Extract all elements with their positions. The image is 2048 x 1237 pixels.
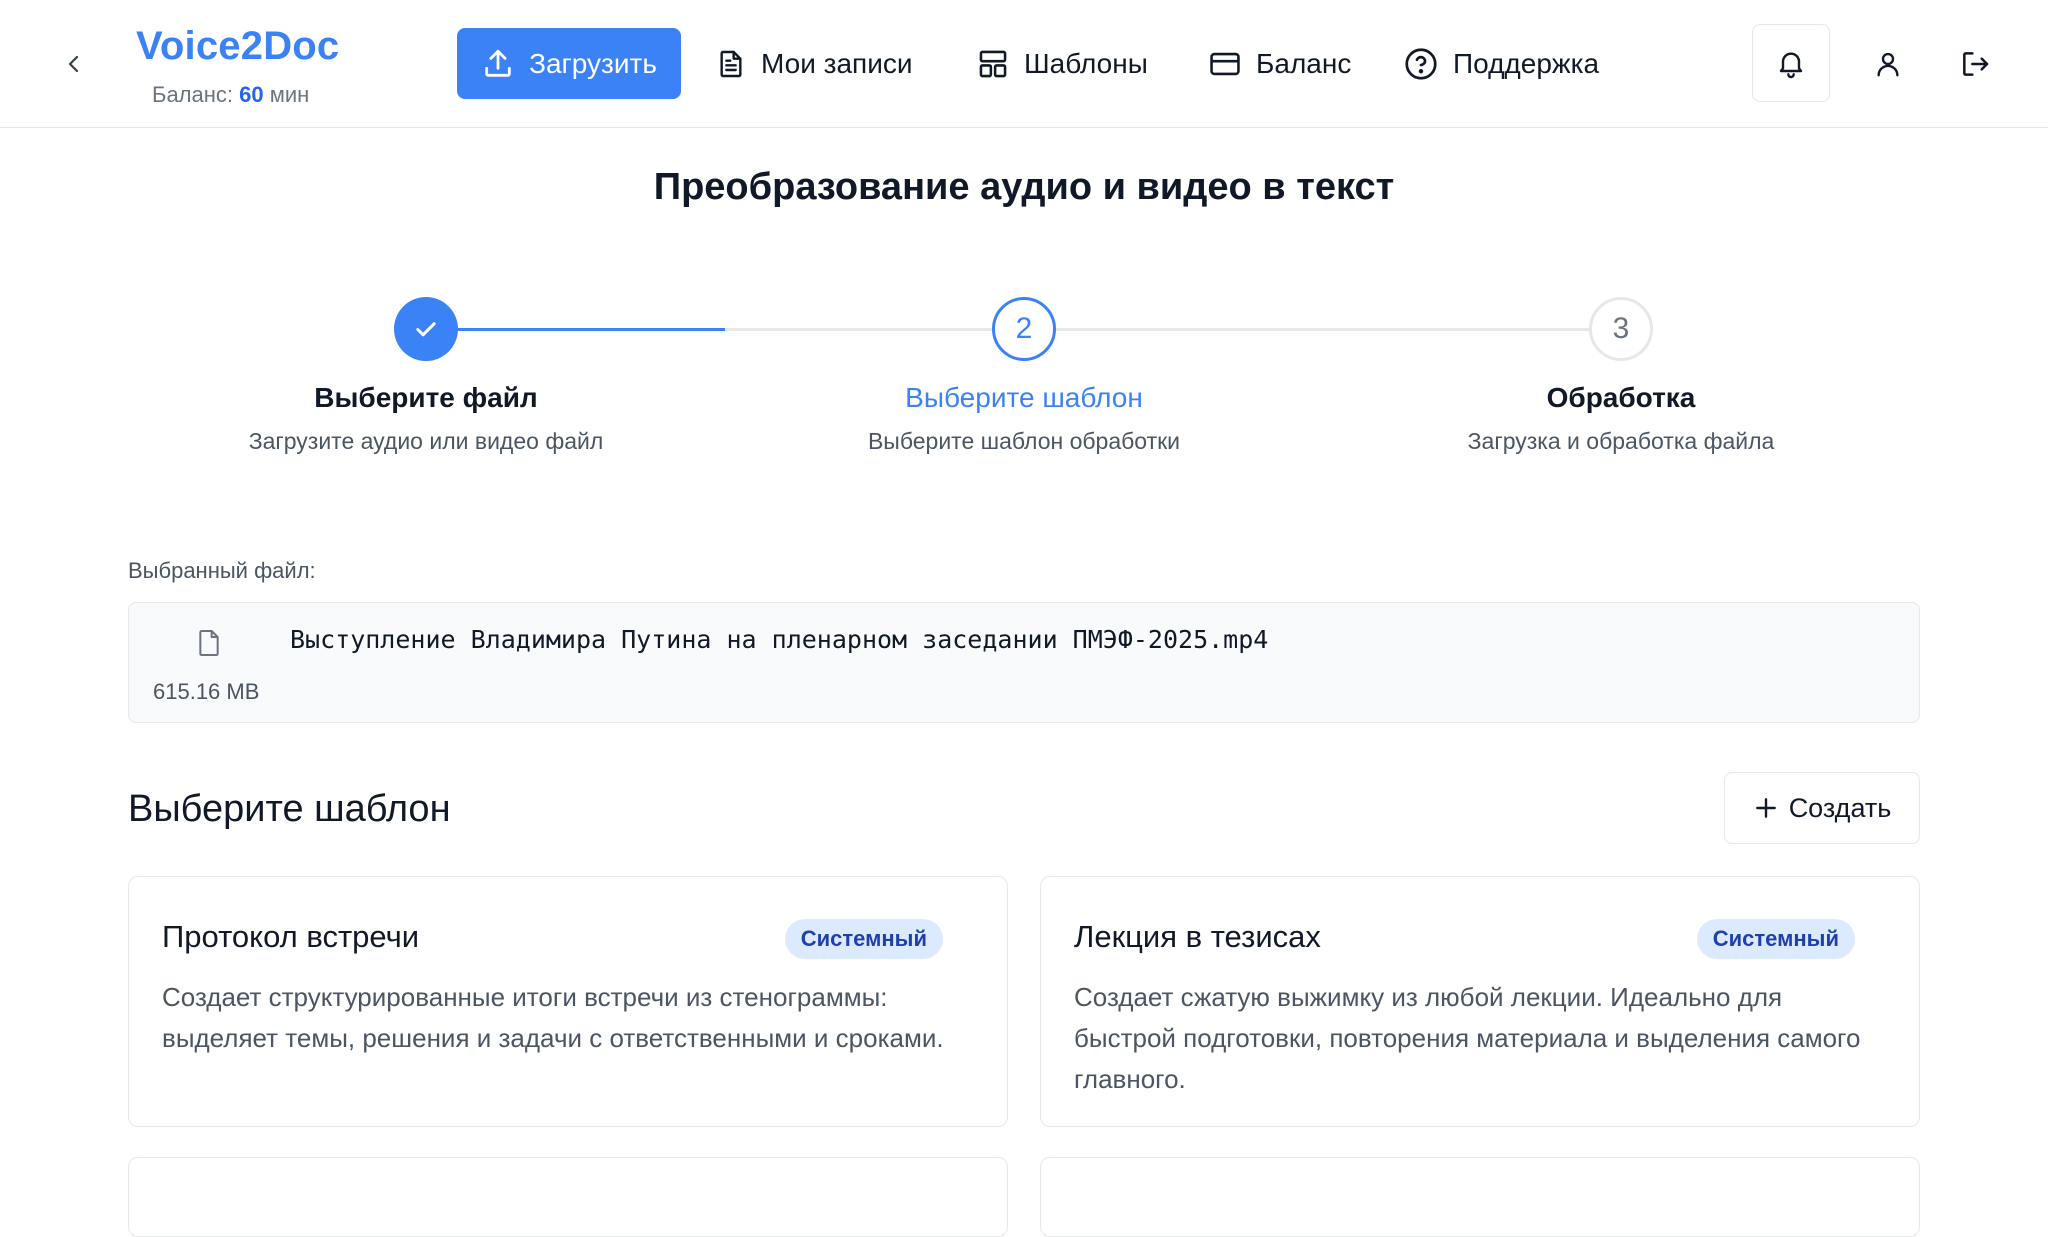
plus-icon [1755,798,1776,818]
app-logo[interactable]: Voice2Doc [136,24,339,69]
step-3-circle: 3 [1589,297,1653,361]
nav-templates[interactable]: Шаблоны [976,36,1148,92]
nav-upload-button[interactable]: Загрузить [457,28,681,99]
profile-button[interactable] [1868,44,1908,84]
page-title: Преобразование аудио и видео в текст [653,166,1395,208]
balance-summary: Баланс: 60 мин [152,82,309,108]
chevron-left-icon [68,55,79,73]
nav-balance[interactable]: Баланс [1208,36,1351,92]
step-1-title: Выберите файл [314,382,538,413]
step-2-circle: 2 [992,297,1056,361]
credit-card-icon [1210,52,1240,76]
logout-icon [1963,52,1989,76]
selected-file-label: Выбранный файл: [128,558,316,583]
template-card-title: Протокол встречи [162,919,420,954]
step-connector-1-pending [725,328,1023,331]
step-1-circle [394,297,458,361]
balance-label: Баланс: [152,82,234,107]
step-connector-2 [1056,328,1622,331]
nav-my-records-label: Мои записи [761,48,913,79]
selected-file-box: Выступление Владимира Путина на пленарно… [128,602,1920,723]
logout-button[interactable] [1955,44,1995,84]
template-card-description: Создает структурированные итоги встречи … [162,982,944,1053]
help-circle-icon [1405,48,1437,80]
bell-icon [1779,52,1803,79]
upload-icon [485,49,511,77]
template-card-title: Лекция в тезисах [1074,919,1321,954]
document-icon [720,50,742,78]
step-3-title: Обработка [1546,382,1696,413]
system-badge: Системный [1696,919,1855,959]
step-2-subtitle: Выберите шаблон обработки [867,428,1181,454]
template-card-description: Создает сжатую выжимку из любой лекции. … [1074,982,1861,1094]
template-card-partial[interactable] [128,1157,1008,1237]
check-icon [416,322,436,337]
notifications-button[interactable] [1752,24,1830,102]
nav-templates-label: Шаблоны [1024,48,1148,79]
create-template-label: Создать [1788,792,1892,823]
templates-section-title: Выберите шаблон [128,788,451,830]
nav-upload-label: Загрузить [529,47,657,79]
step-1-subtitle: Загрузите аудио или видео файл [248,428,604,454]
template-card-partial[interactable] [1040,1157,1920,1237]
balance-value: 60 [239,82,264,107]
balance-unit: мин [269,82,310,107]
top-header: Voice2Doc Баланс: 60 мин Загрузить Мои з… [0,0,2048,128]
user-icon [1877,52,1899,77]
nav-balance-label: Баланс [1256,48,1352,79]
step-connector-1-done [458,328,725,331]
create-template-button[interactable]: Создать [1724,772,1920,844]
step-2-title: Выберите шаблон [905,382,1143,413]
nav-my-records[interactable]: Мои записи [715,36,912,92]
nav-support[interactable]: Поддержка [1403,36,1599,92]
file-icon [199,630,219,656]
progress-stepper: 2 3 Выберите файл Выберите шаблон Обрабо… [0,290,2048,470]
system-badge: Системный [784,919,943,959]
template-card-lecture-theses[interactable]: Лекция в тезисах Системный Создает сжату… [1040,876,1920,1127]
selected-file-size: 615.16 MB [153,679,260,704]
selected-file-name: Выступление Владимира Путина на пленарно… [290,625,1269,654]
nav-support-label: Поддержка [1453,48,1600,79]
back-button[interactable] [54,44,94,84]
template-card-meeting-protocol[interactable]: Протокол встречи Системный Создает струк… [128,876,1008,1127]
layout-icon [979,50,1007,78]
step-3-subtitle: Загрузка и обработка файла [1467,428,1775,454]
